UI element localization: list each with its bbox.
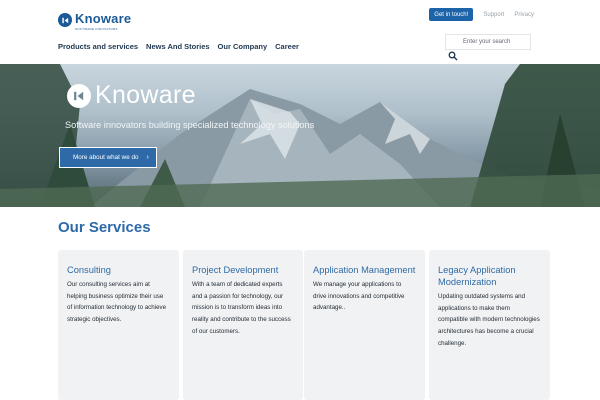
more-about-button[interactable]: More about what we do › — [59, 147, 157, 168]
hero-logo: Knoware — [67, 81, 196, 110]
service-card-body: Updating outdated systems and applicatio… — [438, 293, 540, 347]
search-icon[interactable] — [446, 49, 460, 63]
service-card-body: We manage your applications to drive inn… — [313, 281, 405, 312]
hero-logo-text: Knoware — [95, 81, 196, 109]
hero-banner: Knoware Software innovators building spe… — [0, 64, 600, 207]
top-links: Get in touch! Support Privacy — [429, 8, 534, 21]
service-card-legacy-modernization[interactable]: Legacy Application Modernization Updatin… — [429, 250, 550, 400]
nav-item-career[interactable]: Career — [275, 42, 299, 51]
nav-item-news-stories[interactable]: News And Stories — [146, 42, 210, 51]
service-card-title: Project Development — [192, 265, 279, 275]
site-logo[interactable]: Knoware SOFTWARE INNOVATORS — [58, 11, 131, 31]
nav-item-our-company[interactable]: Our Company — [218, 42, 268, 51]
logo-tagline: SOFTWARE INNOVATORS — [75, 27, 118, 31]
search-input[interactable]: Enter your search — [445, 34, 531, 50]
support-link[interactable]: Support — [483, 12, 504, 18]
hero-tagline: Software innovators building specialized… — [65, 120, 315, 130]
get-in-touch-button[interactable]: Get in touch! — [429, 8, 474, 21]
logo-mark-icon — [58, 13, 72, 27]
service-card-title: Legacy Application Modernization — [438, 265, 516, 287]
hero-logo-mark-icon — [67, 83, 91, 108]
service-card-title: Application Management — [313, 265, 416, 275]
service-card-body: Our consulting services aim at helping b… — [67, 281, 167, 324]
more-about-button-label: More about what we do — [73, 154, 139, 161]
privacy-link[interactable]: Privacy — [514, 12, 534, 18]
logo-text: Knoware — [75, 11, 132, 26]
chevron-right-icon: › — [146, 154, 149, 161]
main-nav: Products and services News And Stories O… — [58, 42, 307, 51]
services-heading: Our Services — [58, 219, 151, 236]
service-card-body: With a team of dedicated experts and a p… — [192, 281, 291, 335]
service-card-project-development[interactable]: Project Development With a team of dedic… — [183, 250, 303, 400]
nav-item-products-services[interactable]: Products and services — [58, 42, 138, 51]
service-card-title: Consulting — [67, 265, 111, 275]
service-card-application-management[interactable]: Application Management We manage your ap… — [304, 250, 425, 400]
service-card-consulting[interactable]: Consulting Our consulting services aim a… — [58, 250, 179, 400]
